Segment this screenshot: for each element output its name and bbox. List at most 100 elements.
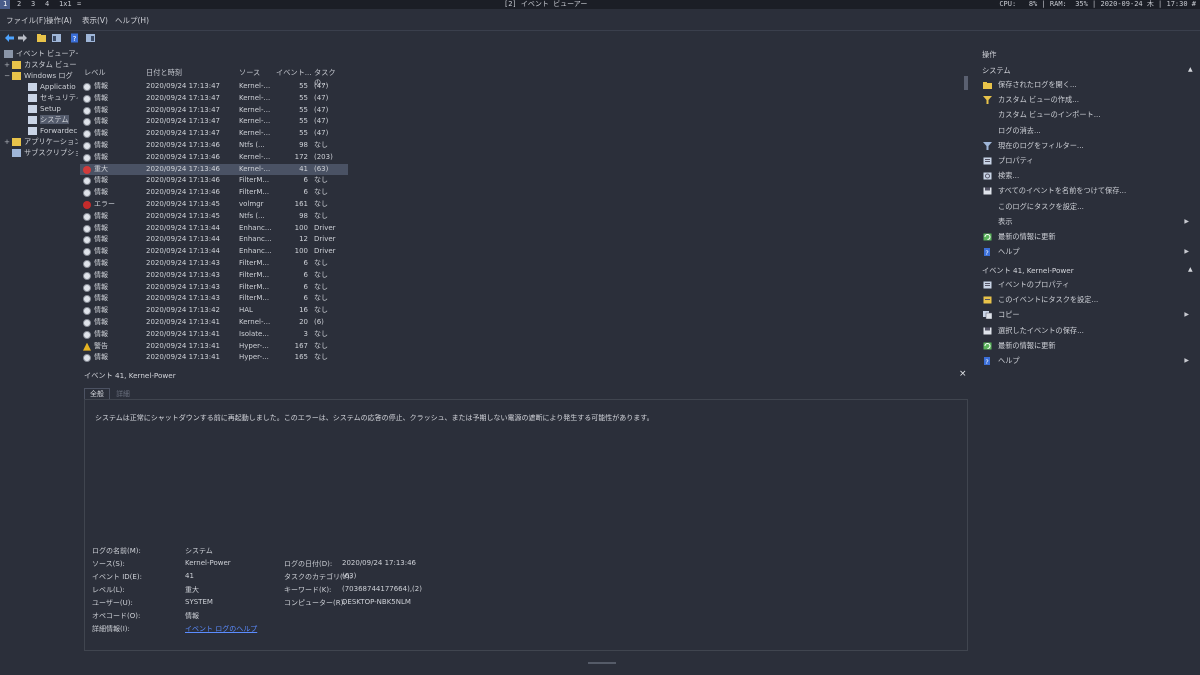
event-row[interactable]: 情報 2020/09/24 17:13:46 FilterM... 6 なし (80, 187, 348, 199)
collapse-minus-icon[interactable]: − (4, 70, 12, 81)
cell-date: 2020/09/24 17:13:47 (146, 93, 221, 102)
action-label: ヘルプ (998, 356, 1020, 365)
cell-source: Enhanc... (239, 235, 272, 244)
column-header-date[interactable]: 日付と時刻 (146, 68, 182, 78)
event-row[interactable]: 情報 2020/09/24 17:13:47 Kernel-... 55 (47) (80, 128, 348, 140)
menu-view[interactable]: 表示(V) (82, 15, 108, 26)
event-row[interactable]: 情報 2020/09/24 17:13:44 Enhanc... 12 Driver (80, 234, 348, 246)
event-list-scrollbar[interactable] (963, 72, 969, 358)
tab-general[interactable]: 全般 (84, 388, 110, 399)
action-label: 選択したイベントの保存... (998, 325, 1084, 335)
tree-root[interactable]: イベント ビューアー (ロ (4, 48, 78, 59)
system-action-8[interactable]: このログにタスクを設定... (977, 200, 1197, 214)
cell-source: Hyper-... (239, 341, 269, 350)
field-logged: 2020/09/24 17:13:46 (342, 559, 417, 567)
system-action-0[interactable]: 保存されたログを開く... (977, 78, 1197, 92)
system-action-5[interactable]: プロパティ (977, 154, 1197, 168)
system-action-3[interactable]: ログの消去... (977, 124, 1197, 138)
system-action-11[interactable]: ? ヘルプ ▶ (977, 245, 1197, 259)
workspace-3[interactable]: 3 (28, 0, 38, 9)
cell-source: Kernel-... (239, 318, 271, 326)
event-row[interactable]: エラー 2020/09/24 17:13:45 volmgr 161 なし (80, 199, 348, 211)
event-row[interactable]: 情報 2020/09/24 17:13:44 Enhanc... 100 Driver (80, 223, 348, 235)
system-action-6[interactable]: 検索... (977, 169, 1197, 183)
cell-event-id: 55 (299, 93, 308, 102)
cell-source: Ntfs (... (239, 141, 265, 149)
event-row[interactable]: 情報 2020/09/24 17:13:41 Kernel-... 20 (6) (80, 317, 348, 329)
event-row[interactable]: 情報 2020/09/24 17:13:47 Kernel-... 55 (47) (80, 93, 348, 105)
event-row[interactable]: 情報 2020/09/24 17:13:41 Isolate... 3 なし (80, 329, 348, 341)
cell-level: 情報 (94, 282, 108, 291)
column-header-source[interactable]: ソース (239, 68, 260, 78)
event-action-5[interactable]: ? ヘルプ ▶ (977, 354, 1197, 368)
event-row[interactable]: 情報 2020/09/24 17:13:44 Enhanc... 100 Driver (80, 246, 348, 258)
cell-event-id: 6 (303, 282, 308, 291)
system-action-9[interactable]: 表示 ▶ (977, 215, 1197, 229)
folder-icon[interactable] (36, 33, 47, 43)
system-action-2[interactable]: カスタム ビューのインポート... (977, 108, 1197, 122)
tree-item-custom-views[interactable]: + カスタム ビュー (4, 59, 77, 70)
event-action-2[interactable]: コピー ▶ (977, 308, 1197, 322)
event-log-help-link[interactable]: イベント ログのヘルプ (185, 624, 257, 634)
event-action-0[interactable]: イベントのプロパティ (977, 278, 1197, 292)
collapse-caret-icon[interactable]: ▲ (1188, 66, 1193, 73)
tree-item-subscriptions[interactable]: サブスクリプション (12, 147, 78, 158)
system-action-7[interactable]: すべてのイベントを名前をつけて保存... (977, 184, 1197, 198)
event-row[interactable]: 情報 2020/09/24 17:13:46 Ntfs (... 98 なし (80, 140, 348, 152)
back-arrow-icon[interactable] (4, 33, 15, 43)
system-action-4[interactable]: 現在のログをフィルター... (977, 139, 1197, 153)
event-row[interactable]: 情報 2020/09/24 17:13:47 Kernel-... 55 (47) (80, 105, 348, 117)
tree-item-forwarded[interactable]: Forwardec (28, 125, 77, 136)
cell-date: 2020/09/24 17:13:44 (146, 235, 221, 244)
tab-details[interactable]: 詳細 (112, 389, 134, 399)
menu-file[interactable]: ファイル(F) (6, 15, 46, 26)
expand-plus-icon[interactable]: + (4, 59, 12, 70)
action-label: プロパティ (998, 156, 1034, 165)
tree-item-setup[interactable]: Setup (28, 103, 61, 114)
event-row[interactable]: 情報 2020/09/24 17:13:47 Kernel-... 55 (47) (80, 116, 348, 128)
event-row[interactable]: 情報 2020/09/24 17:13:46 Kernel-... 172 (203) (80, 152, 348, 164)
forward-arrow-icon[interactable] (17, 33, 28, 43)
console-tree-icon[interactable] (51, 33, 62, 43)
actions-section-event[interactable]: イベント 41, Kernel-Power ▲ (982, 266, 1197, 276)
collapse-caret-icon[interactable]: ▲ (1188, 266, 1193, 273)
layout-indicator[interactable]: 1x1 (56, 0, 75, 9)
event-row[interactable]: 情報 2020/09/24 17:13:43 FilterM... 6 なし (80, 270, 348, 282)
tree-item-system[interactable]: システム (28, 114, 69, 125)
event-row[interactable]: 情報 2020/09/24 17:13:45 Ntfs (... 98 なし (80, 211, 348, 223)
event-action-1[interactable]: このイベントにタスクを設定... (977, 293, 1197, 307)
event-row[interactable]: 情報 2020/09/24 17:13:47 Kernel-... 55 (47) (80, 81, 348, 93)
system-action-10[interactable]: 最新の情報に更新 (977, 230, 1197, 244)
menu-action[interactable]: 操作(A) (46, 15, 72, 26)
workspace-2[interactable]: 2 (14, 0, 24, 9)
tree-item-apps-services[interactable]: +アプリケーションとサ (4, 136, 78, 147)
event-row[interactable]: 情報 2020/09/24 17:13:42 HAL 16 なし (80, 305, 348, 317)
action-pane-icon[interactable] (85, 33, 96, 43)
workspace-1[interactable]: 1 (0, 0, 11, 9)
cell-task: なし (314, 200, 328, 208)
actions-section-system[interactable]: システム ▲ (982, 66, 1197, 76)
event-row[interactable]: 情報 2020/09/24 17:13:43 FilterM... 6 なし (80, 258, 348, 270)
event-row[interactable]: 重大 2020/09/24 17:13:46 Kernel-... 41 (63) (80, 163, 348, 176)
workspace-4[interactable]: 4 (42, 0, 52, 9)
event-row[interactable]: 情報 2020/09/24 17:13:43 FilterM... 6 なし (80, 282, 348, 294)
layout-mode[interactable]: = (74, 0, 84, 9)
tree-item-windows-logs[interactable]: − Windows ログ (4, 70, 73, 81)
expand-plus-icon[interactable]: + (4, 136, 12, 147)
event-row[interactable]: 情報 2020/09/24 17:13:43 FilterM... 6 なし (80, 293, 348, 305)
event-action-4[interactable]: 最新の情報に更新 (977, 339, 1197, 353)
event-row[interactable]: 情報 2020/09/24 17:13:41 Hyper-... 165 なし (80, 352, 348, 364)
event-action-3[interactable]: 選択したイベントの保存... (977, 324, 1197, 338)
event-row[interactable]: 情報 2020/09/24 17:13:46 FilterM... 6 なし (80, 175, 348, 187)
close-icon[interactable]: × (959, 369, 967, 379)
help-icon[interactable]: ? (70, 33, 81, 43)
tree-item-security[interactable]: セキュリティ (28, 92, 78, 103)
resize-handle[interactable] (588, 662, 616, 664)
column-header-event-id[interactable]: イベント... (276, 68, 312, 78)
cell-source: Kernel-... (239, 164, 271, 173)
system-action-1[interactable]: カスタム ビューの作成... (977, 93, 1197, 107)
tree-item-application[interactable]: Applicatio (28, 81, 76, 92)
menu-help[interactable]: ヘルプ(H) (115, 15, 149, 26)
column-header-level[interactable]: レベル (84, 68, 106, 78)
event-row[interactable]: 警告 2020/09/24 17:13:41 Hyper-... 167 なし (80, 341, 348, 353)
